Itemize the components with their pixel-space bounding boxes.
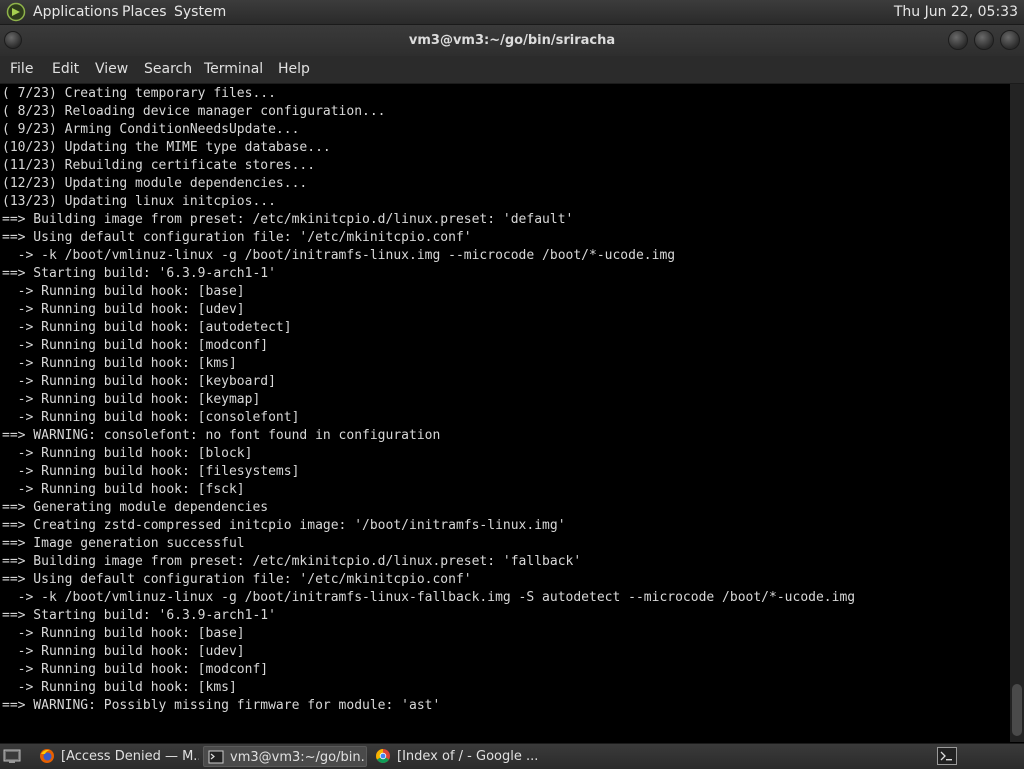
terminal-line: -> -k /boot/vmlinuz-linux -g /boot/initr… <box>2 248 676 263</box>
applications-menu[interactable]: Applications <box>33 3 119 21</box>
menu-view[interactable]: View <box>95 61 128 78</box>
clock[interactable]: Thu Jun 22, 05:33 <box>894 3 1018 21</box>
terminal-line: -> Running build hook: [keyboard] <box>2 374 276 389</box>
top-panel: Applications Places System Thu Jun 22, 0… <box>0 0 1024 25</box>
scrollbar-thumb[interactable] <box>1012 684 1022 736</box>
terminal-line: ==> Starting build: '6.3.9-arch1-1' <box>2 608 276 623</box>
terminal-line: -> Running build hook: [udev] <box>2 302 245 317</box>
terminal-line: -> Running build hook: [modconf] <box>2 338 269 353</box>
menubar: File Edit View Search Terminal Help <box>0 56 1024 84</box>
places-menu[interactable]: Places <box>122 3 167 21</box>
terminal-line: -> Running build hook: [consolefont] <box>2 410 300 425</box>
task-terminal[interactable]: vm3@vm3:~/go/bin... <box>203 746 367 767</box>
task-label: vm3@vm3:~/go/bin... <box>230 750 367 765</box>
terminal-line: -> Running build hook: [block] <box>2 446 253 461</box>
terminal-line: (10/23) Updating the MIME type database.… <box>2 140 331 155</box>
task-label: [Access Denied — M... <box>61 749 199 764</box>
terminal-line: ==> Building image from preset: /etc/mki… <box>2 212 574 227</box>
terminal-line: -> Running build hook: [base] <box>2 626 245 641</box>
terminal-line: -> Running build hook: [filesystems] <box>2 464 300 479</box>
menu-terminal[interactable]: Terminal <box>204 61 263 78</box>
terminal-line: -> -k /boot/vmlinuz-linux -g /boot/initr… <box>2 590 856 605</box>
terminal-line: ==> Using default configuration file: '/… <box>2 572 472 587</box>
terminal-scrollbar[interactable] <box>1010 84 1024 742</box>
menu-edit[interactable]: Edit <box>52 61 79 78</box>
terminal-line: ==> Using default configuration file: '/… <box>2 230 472 245</box>
terminal-line: ==> Creating zstd-compressed initcpio im… <box>2 518 566 533</box>
terminal-output[interactable]: ( 7/23) Creating temporary files... ( 8/2… <box>0 84 1010 742</box>
terminal-line: -> Running build hook: [autodetect] <box>2 320 292 335</box>
show-desktop-icon[interactable] <box>3 748 21 764</box>
menu-help[interactable]: Help <box>278 61 310 78</box>
terminal-line: ==> Building image from preset: /etc/mki… <box>2 554 582 569</box>
bottom-taskbar: [Access Denied — M... vm3@vm3:~/go/bin..… <box>0 743 1024 769</box>
window-titlebar[interactable]: vm3@vm3:~/go/bin/sriracha <box>0 25 1024 56</box>
terminal-icon <box>208 750 224 764</box>
task-label: [Index of / - Google ... <box>397 749 539 764</box>
system-menu[interactable]: System <box>174 3 226 21</box>
terminal-line: ==> Image generation successful <box>2 536 245 551</box>
terminal-line: -> Running build hook: [kms] <box>2 680 237 695</box>
terminal-line: -> Running build hook: [kms] <box>2 356 237 371</box>
menu-search[interactable]: Search <box>144 61 192 78</box>
terminal-line: ==> WARNING: Possibly missing firmware f… <box>2 698 441 713</box>
menu-file[interactable]: File <box>10 61 33 78</box>
distro-logo-icon[interactable] <box>6 2 26 22</box>
terminal-line: ==> Generating module dependencies <box>2 500 269 515</box>
terminal-line: ==> Starting build: '6.3.9-arch1-1' <box>2 266 276 281</box>
terminal-lines: ( 7/23) Creating temporary files... ( 8/2… <box>2 85 855 715</box>
terminal-line: ==> WARNING: consolefont: no font found … <box>2 428 441 443</box>
tray-terminal-icon[interactable] <box>937 747 957 765</box>
task-chrome[interactable]: [Index of / - Google ... <box>371 746 541 767</box>
terminal-line: (11/23) Rebuilding certificate stores... <box>2 158 316 173</box>
firefox-icon <box>40 749 54 763</box>
chrome-icon <box>376 749 390 763</box>
terminal-line: -> Running build hook: [udev] <box>2 644 245 659</box>
terminal-line: -> Running build hook: [fsck] <box>2 482 245 497</box>
terminal-line: -> Running build hook: [keymap] <box>2 392 261 407</box>
minimize-button[interactable] <box>948 30 968 50</box>
terminal-line: (13/23) Updating linux initcpios... <box>2 194 276 209</box>
window-title: vm3@vm3:~/go/bin/sriracha <box>408 33 616 48</box>
terminal-line: (12/23) Updating module dependencies... <box>2 176 308 191</box>
terminal-line: -> Running build hook: [modconf] <box>2 662 269 677</box>
terminal-line: ( 7/23) Creating temporary files... <box>2 86 276 101</box>
task-firefox[interactable]: [Access Denied — M... <box>35 746 199 767</box>
close-button[interactable] <box>1000 30 1020 50</box>
terminal-line: -> Running build hook: [base] <box>2 284 245 299</box>
terminal-line: ( 9/23) Arming ConditionNeedsUpdate... <box>2 122 300 137</box>
terminal-line: ( 8/23) Reloading device manager configu… <box>2 104 386 119</box>
maximize-button[interactable] <box>974 30 994 50</box>
terminal-icon <box>940 751 952 761</box>
